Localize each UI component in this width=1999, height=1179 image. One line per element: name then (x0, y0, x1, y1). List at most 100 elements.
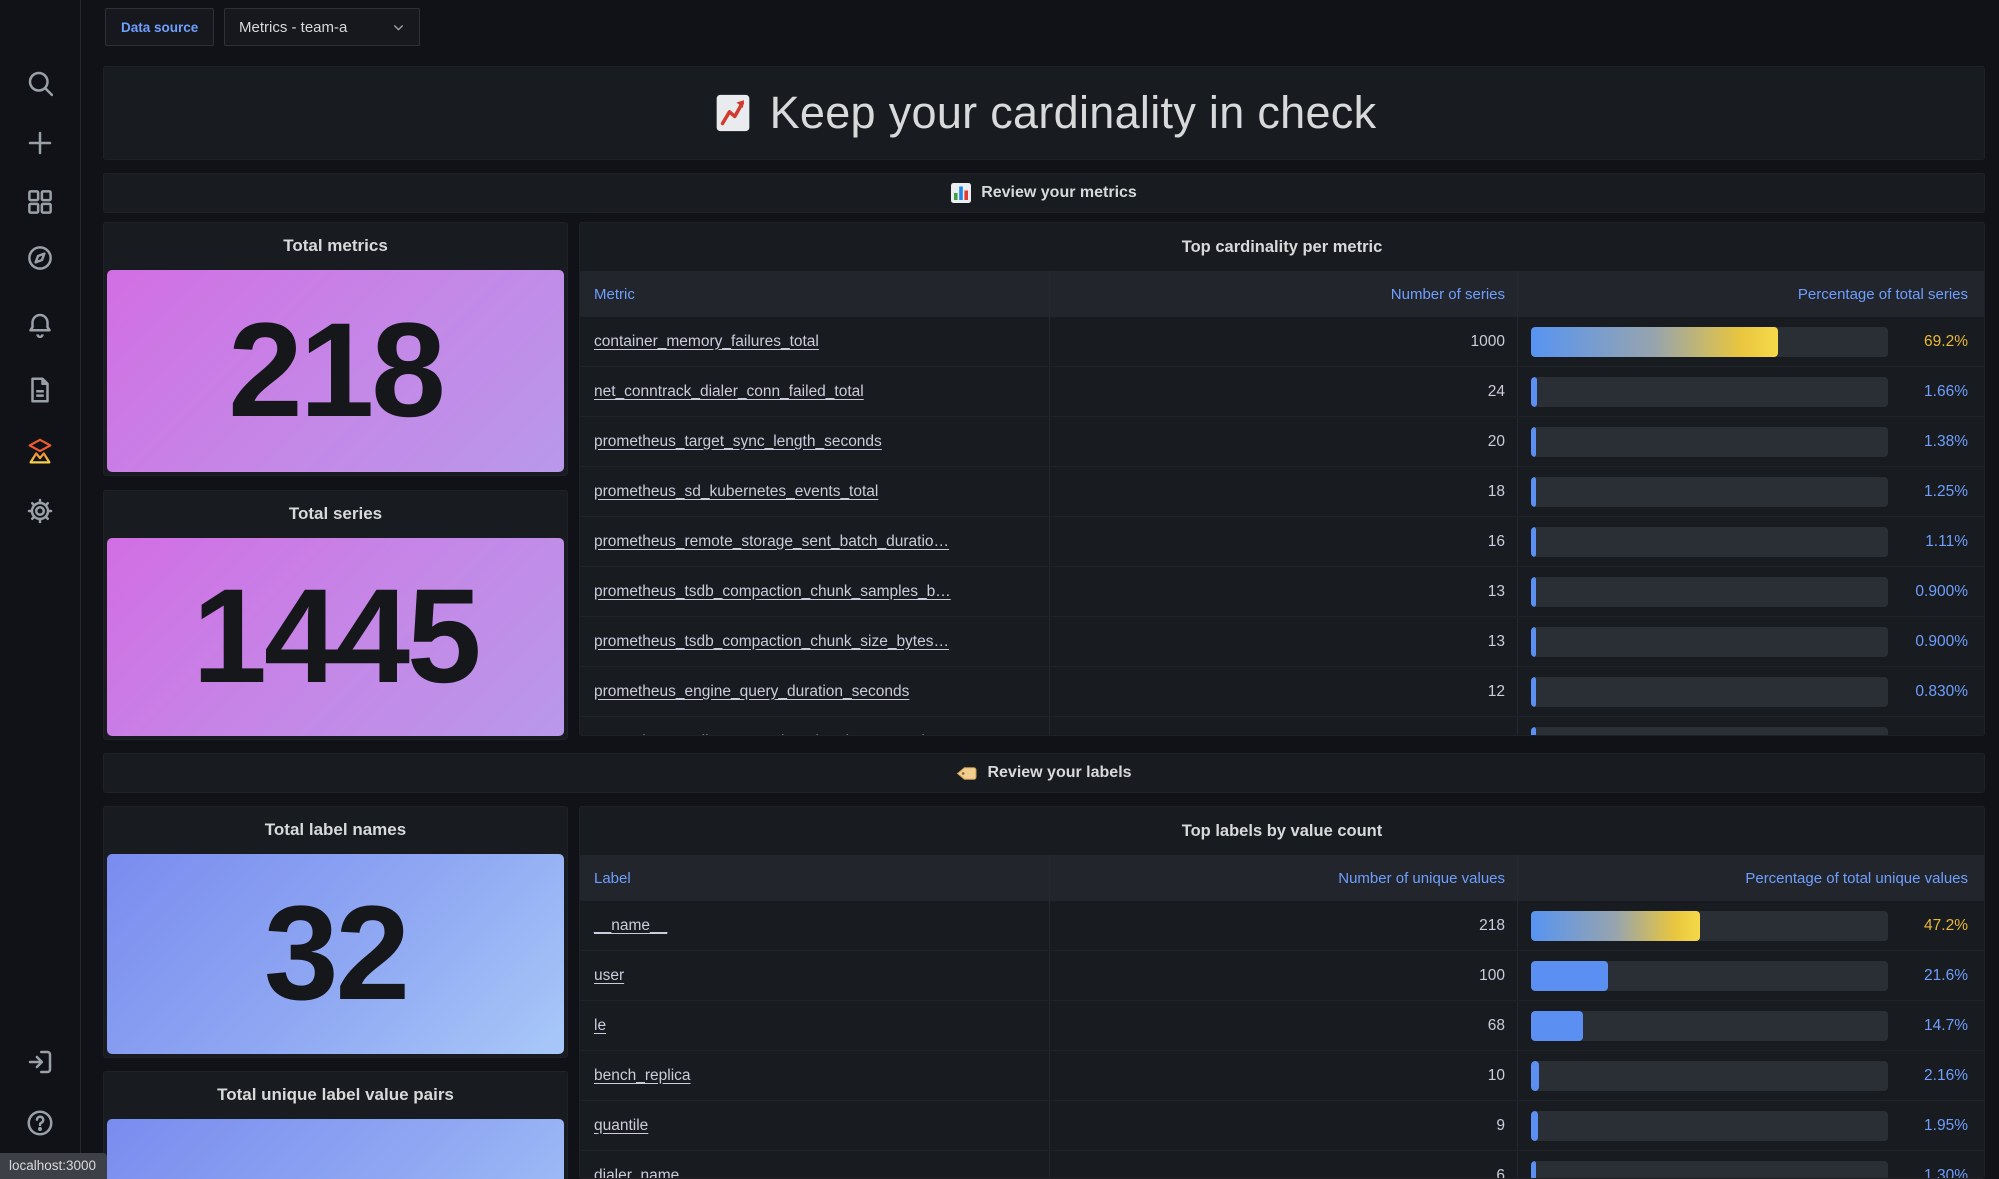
percentage-value: 0.830% (1915, 682, 1968, 700)
percentage-bar (1531, 1160, 1888, 1178)
percentage-bar (1531, 626, 1888, 657)
label-link[interactable]: user (594, 967, 624, 985)
percentage-bar (1531, 376, 1888, 407)
column-header-series[interactable]: Number of series (1050, 271, 1518, 317)
series-count: 1000 (1050, 317, 1518, 366)
explore-compass-icon[interactable] (25, 243, 55, 273)
percentage-value: 0.900% (1915, 632, 1968, 650)
sidebar (0, 0, 81, 1179)
percentage-bar (1531, 1110, 1888, 1141)
table-row: prometheus_sd_kubernetes_events_total 18… (580, 467, 1984, 517)
table-row: prometheus_remote_storage_sent_batch_dur… (580, 517, 1984, 567)
help-icon[interactable] (25, 1108, 55, 1138)
percentage-value: 1.95% (1924, 1116, 1968, 1134)
section-review-labels: Review your labels (103, 753, 1985, 793)
percentage-value: 21.6% (1924, 966, 1968, 984)
label-link[interactable]: quantile (594, 1117, 648, 1135)
label-link[interactable]: le (594, 1017, 606, 1035)
alerting-bell-icon[interactable] (25, 310, 55, 340)
label-link[interactable]: bench_replica (594, 1067, 691, 1085)
table-row-clipped: dialer_name 6 1.30% (580, 1151, 1984, 1179)
metric-link[interactable]: prometheus_engine_query_duration_seconds (594, 683, 909, 701)
percentage-bar (1531, 960, 1888, 991)
percentage-bar (1531, 676, 1888, 707)
percentage-bar (1531, 1010, 1888, 1041)
percentage-value: 14.7% (1924, 1016, 1968, 1034)
percentage-value: 2.16% (1924, 1066, 1968, 1084)
table-row: __name__ 218 47.2% (580, 901, 1984, 951)
percentage-value: 1.11% (1925, 532, 1968, 550)
unique-values-count: 9 (1050, 1101, 1518, 1150)
document-icon[interactable] (25, 375, 55, 405)
stat-total-label-names: Total label names 32 (103, 806, 568, 1058)
datasource-variable-value: Metrics - team-a (239, 18, 348, 36)
page-title: Keep your cardinality in check (769, 87, 1377, 138)
dashboards-icon[interactable] (25, 187, 55, 217)
column-header-label[interactable]: Label (580, 855, 1050, 901)
metric-link[interactable]: prometheus_tsdb_compaction_duration_seco… (594, 733, 933, 736)
table-row: le 68 14.7% (580, 1001, 1984, 1051)
datasource-variable-label[interactable]: Data source (105, 8, 215, 46)
column-header-metric[interactable]: Metric (580, 271, 1050, 317)
sign-in-icon[interactable] (25, 1047, 55, 1077)
percentage-bar (1531, 526, 1888, 557)
series-count: 18 (1050, 467, 1518, 516)
series-count: 16 (1050, 517, 1518, 566)
table-row-clipped: prometheus_tsdb_compaction_duration_seco… (580, 717, 1984, 736)
percentage-value: 1.30% (1924, 1166, 1968, 1179)
series-count: 20 (1050, 417, 1518, 466)
percentage-bar (1531, 326, 1888, 357)
percentage-bar (1531, 476, 1888, 507)
percentage-value: 1.38% (1924, 432, 1968, 450)
unique-values-count: 6 (1050, 1151, 1518, 1178)
table-header: Metric Number of series Percentage of to… (580, 271, 1984, 317)
unique-values-count: 218 (1050, 901, 1518, 950)
datasource-variable-select[interactable]: Metrics - team-a (224, 8, 420, 46)
cardinality-plugin-icon[interactable] (25, 437, 55, 467)
stat-title: Total series (288, 504, 383, 523)
column-header-percentage[interactable]: Percentage of total series (1518, 271, 1984, 317)
percentage-bar (1531, 576, 1888, 607)
label-link[interactable]: dialer_name (594, 1167, 679, 1179)
section-title: Review your metrics (981, 184, 1137, 201)
table-row: container_memory_failures_total 1000 69.… (580, 317, 1984, 367)
metric-link[interactable]: prometheus_sd_kubernetes_events_total (594, 483, 878, 501)
metric-link[interactable]: prometheus_tsdb_compaction_chunk_size_by… (594, 633, 949, 651)
stat-total-series: Total series 1445 (103, 490, 568, 740)
add-icon[interactable] (25, 128, 55, 158)
percentage-value: 69.2% (1924, 332, 1968, 350)
section-title: Review your labels (987, 764, 1132, 781)
percentage-value: 47.2% (1924, 916, 1968, 934)
metric-link[interactable]: prometheus_remote_storage_sent_batch_dur… (594, 533, 949, 551)
tag-icon (957, 766, 977, 780)
percentage-bar (1531, 910, 1888, 941)
stat-value: 32 (263, 879, 410, 1028)
column-header-unique-values[interactable]: Number of unique values (1050, 855, 1518, 901)
label-link[interactable]: __name__ (594, 917, 667, 935)
series-count: 10 (1050, 717, 1518, 735)
settings-gear-icon[interactable] (25, 496, 55, 526)
metric-link[interactable]: prometheus_tsdb_compaction_chunk_samples… (594, 583, 951, 601)
percentage-value: 1.66% (1924, 382, 1968, 400)
stat-title: Total unique label value pairs (217, 1085, 454, 1104)
search-icon[interactable] (25, 68, 55, 98)
table-row: quantile 9 1.95% (580, 1101, 1984, 1151)
metric-link[interactable]: prometheus_target_sync_length_seconds (594, 433, 882, 451)
percentage-bar (1531, 726, 1888, 735)
stat-total-metrics: Total metrics 218 (103, 222, 568, 476)
unique-values-count: 68 (1050, 1001, 1518, 1050)
table-title: Top cardinality per metric (1181, 237, 1383, 256)
column-header-percentage[interactable]: Percentage of total unique values (1518, 855, 1984, 901)
percentage-bar (1531, 426, 1888, 457)
stat-title: Total label names (264, 820, 407, 839)
unique-values-count: 10 (1050, 1051, 1518, 1100)
dashboard-title-panel: Keep your cardinality in check (103, 66, 1985, 160)
table-row: prometheus_target_sync_length_seconds 20… (580, 417, 1984, 467)
stat-title: Total metrics (283, 236, 388, 255)
stat-value: 1445 (192, 562, 481, 711)
table-row: prometheus_tsdb_compaction_chunk_size_by… (580, 617, 1984, 667)
percentage-bar (1531, 1060, 1888, 1091)
metric-link[interactable]: container_memory_failures_total (594, 333, 819, 351)
metric-link[interactable]: net_conntrack_dialer_conn_failed_total (594, 383, 864, 401)
table-row: net_conntrack_dialer_conn_failed_total 2… (580, 367, 1984, 417)
